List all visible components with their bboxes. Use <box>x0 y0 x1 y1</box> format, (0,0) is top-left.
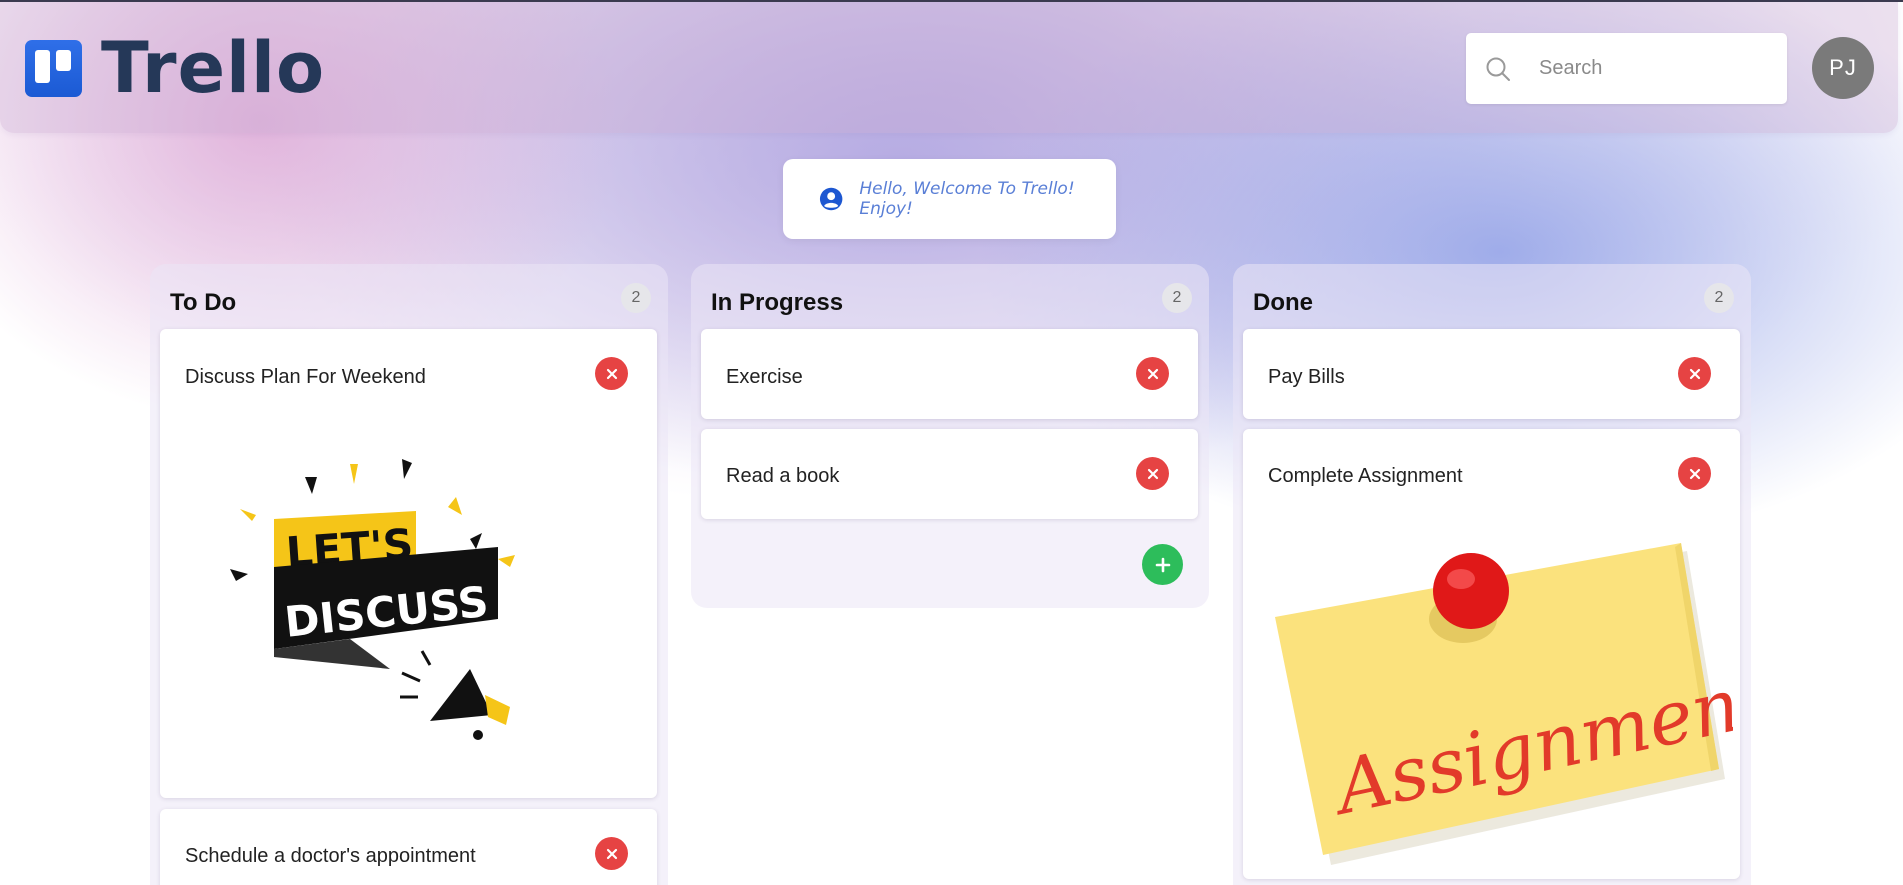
task-card[interactable]: Schedule a doctor's appointment <box>160 809 657 885</box>
delete-card-button[interactable] <box>1136 357 1169 390</box>
card-title: Exercise <box>726 366 803 388</box>
close-icon <box>1689 468 1700 479</box>
card-count-badge: 2 <box>621 283 651 313</box>
column-todo: To Do 2 Discuss Plan For Weekend LET'S D… <box>150 264 668 885</box>
delete-card-button[interactable] <box>1678 457 1711 490</box>
user-circle-icon <box>819 187 843 211</box>
close-icon <box>606 848 617 859</box>
column-header: In Progress 2 <box>691 264 1209 329</box>
close-icon <box>1689 368 1700 379</box>
close-icon <box>606 368 617 379</box>
task-card[interactable]: Read a book <box>701 429 1198 519</box>
delete-card-button[interactable] <box>1678 357 1711 390</box>
task-card[interactable]: Pay Bills <box>1243 329 1740 419</box>
avatar[interactable]: PJ <box>1812 37 1874 99</box>
plus-icon <box>1155 557 1170 572</box>
task-card[interactable]: Discuss Plan For Weekend LET'S DISCUSS <box>160 329 657 798</box>
trello-logo-icon <box>25 39 82 97</box>
card-title: Complete Assignment <box>1268 465 1463 487</box>
card-count-badge: 2 <box>1704 283 1734 313</box>
search-input[interactable] <box>1539 57 1769 80</box>
column-header: Done 2 <box>1233 264 1751 329</box>
add-card-button[interactable] <box>1142 544 1183 585</box>
card-title: Read a book <box>726 465 840 487</box>
delete-card-button[interactable] <box>1136 457 1169 490</box>
lets-discuss-image: LET'S DISCUSS <box>230 459 515 740</box>
top-navbar: Trello PJ <box>0 2 1898 133</box>
welcome-banner: Hello, Welcome To Trello! Enjoy! <box>783 159 1116 239</box>
close-icon <box>1147 368 1158 379</box>
column-title: In Progress <box>711 289 844 316</box>
delete-card-button[interactable] <box>595 357 628 390</box>
delete-card-button[interactable] <box>595 837 628 870</box>
card-title: Schedule a doctor's appointment <box>185 845 476 867</box>
logo-text: Trello <box>101 27 326 109</box>
card-count-badge: 2 <box>1162 283 1192 313</box>
column-title: Done <box>1253 289 1313 316</box>
card-title: Pay Bills <box>1268 366 1345 388</box>
column-header: To Do 2 <box>150 264 668 329</box>
app-logo[interactable]: Trello <box>25 27 326 109</box>
task-card[interactable]: Complete Assignment Assignment <box>1243 429 1740 879</box>
search-icon <box>1478 49 1518 89</box>
task-card[interactable]: Exercise <box>701 329 1198 419</box>
assignment-sticky-note-image: Assignment <box>1275 543 1733 865</box>
column-done: Done 2 Pay Bills Complete Assignment Ass… <box>1233 264 1751 885</box>
card-title: Discuss Plan For Weekend <box>185 366 426 388</box>
welcome-message: Hello, Welcome To Trello! Enjoy! <box>859 179 1075 219</box>
column-title: To Do <box>170 289 237 316</box>
close-icon <box>1147 468 1158 479</box>
search-box[interactable] <box>1466 33 1787 104</box>
column-in-progress: In Progress 2 Exercise Read a book <box>691 264 1209 608</box>
